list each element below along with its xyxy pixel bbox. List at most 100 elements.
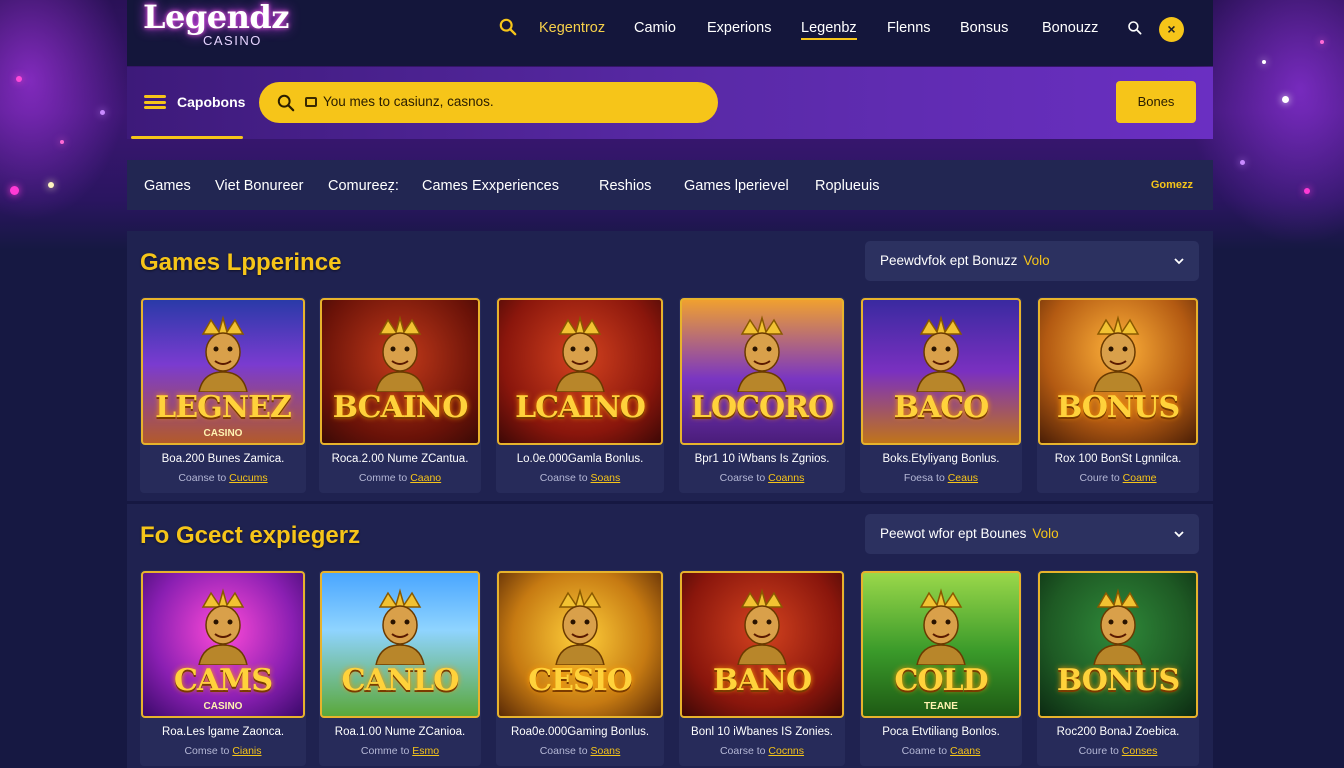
game-play-link[interactable]: Coame bbox=[1123, 472, 1157, 484]
search-band: Capobons You mes to casiunz, casnos. Bon… bbox=[127, 67, 1213, 139]
hamburger-icon[interactable] bbox=[144, 95, 166, 109]
character-figure-icon bbox=[1093, 588, 1143, 665]
game-play-link-row: Coure to Conses bbox=[1037, 745, 1199, 757]
game-card[interactable]: CANLO Roa.1.00 Nume ZCanioa. Comme to Es… bbox=[319, 570, 481, 766]
game-play-link-row: Comse to Cianis bbox=[140, 745, 306, 757]
category-gomezz[interactable]: Gomezz bbox=[1151, 179, 1193, 191]
game-bonus-text: Roa.1.00 Nume ZCanioa. bbox=[334, 726, 466, 738]
game-thumbnail[interactable]: COLD TEANE bbox=[861, 571, 1021, 718]
game-play-link[interactable]: Caans bbox=[950, 745, 980, 757]
search-input[interactable]: You mes to casiunz, casnos. bbox=[259, 82, 718, 123]
game-card[interactable]: BANO Bonl 10 iWbanes IS Zonies. Coarse t… bbox=[679, 570, 845, 766]
game-bonus-text: Bonl 10 iWbanes IS Zonies. bbox=[691, 726, 833, 738]
game-play-link[interactable]: Coanns bbox=[768, 472, 804, 484]
search-icon bbox=[277, 94, 295, 112]
game-thumbnail[interactable]: LEGNEZ CASINO bbox=[141, 298, 305, 445]
menu-label[interactable]: Capobons bbox=[177, 94, 245, 110]
game-play-link-row: Comme to Esmo bbox=[319, 745, 481, 757]
section-filter-select[interactable]: Peewdvfok ept Bonuzz Volo bbox=[865, 241, 1199, 281]
game-logo-text: BANO bbox=[712, 663, 812, 698]
select-value: Volo bbox=[1023, 253, 1050, 268]
nav-item-flenns[interactable]: Flenns bbox=[887, 20, 931, 36]
game-thumbnail[interactable]: CAMS CASINO bbox=[141, 571, 305, 718]
game-thumbnail[interactable]: CESIO bbox=[497, 571, 663, 718]
select-value: Volo bbox=[1032, 526, 1059, 541]
game-play-link[interactable]: Soans bbox=[591, 472, 621, 484]
select-label: Peewot wfor ept Bounes bbox=[880, 526, 1027, 541]
sparkle-dot bbox=[1304, 188, 1310, 194]
nav-item-camio[interactable]: Camio bbox=[634, 20, 676, 36]
game-bonus-text: Roc200 BonaJ Zoebica. bbox=[1056, 726, 1180, 738]
game-play-link-row: Comme to Caano bbox=[319, 472, 481, 484]
section-filter-select[interactable]: Peewot wfor ept Bounes Volo bbox=[865, 514, 1199, 554]
section-games-experience: Games Lpperince Peewdvfok ept Bonuzz Volo… bbox=[127, 231, 1213, 501]
game-play-link[interactable]: Caano bbox=[410, 472, 441, 484]
nav-item-bonsus[interactable]: Bonsus bbox=[960, 20, 1008, 36]
game-bonus-text: Poca Etvtiliang Bonlos. bbox=[882, 726, 1000, 738]
game-thumbnail[interactable]: BACO bbox=[861, 298, 1021, 445]
close-icon[interactable]: × bbox=[1159, 17, 1184, 42]
game-play-link[interactable]: Cocnns bbox=[768, 745, 804, 757]
nav-item-experions[interactable]: Experions bbox=[707, 20, 771, 36]
sparkle-dot bbox=[1320, 40, 1324, 44]
game-thumbnail[interactable]: BONUS bbox=[1038, 298, 1198, 445]
game-play-link-row: Coanse to Soans bbox=[496, 745, 664, 757]
search-icon[interactable] bbox=[1127, 20, 1143, 36]
category-comureez[interactable]: Comureeẓ: bbox=[328, 178, 399, 194]
game-card[interactable]: LEGNEZ CASINO Boa.200 Bunes Zamica. Coan… bbox=[140, 297, 306, 493]
nav-item-bonouzz[interactable]: Bonouzz bbox=[1042, 20, 1098, 36]
game-card[interactable]: LOCORO Bpr1 10 iWbans Is Zgnios. Coarse … bbox=[679, 297, 845, 493]
category-games[interactable]: Games bbox=[144, 178, 191, 194]
game-thumbnail[interactable]: BONUS bbox=[1038, 571, 1198, 718]
game-play-link[interactable]: Cucums bbox=[229, 472, 268, 484]
nav-item-kegentroz[interactable]: Kegentroz bbox=[539, 20, 605, 36]
search-icon[interactable] bbox=[499, 18, 517, 36]
category-roplueuis[interactable]: Roplueuis bbox=[815, 178, 880, 194]
character-figure-icon bbox=[1093, 315, 1143, 392]
game-play-link[interactable]: Cianis bbox=[232, 745, 261, 757]
character-figure-icon bbox=[916, 315, 966, 392]
game-play-label: Comse to bbox=[184, 745, 230, 757]
sparkle-dot bbox=[16, 76, 22, 82]
game-logo-text: CAMS bbox=[173, 663, 273, 698]
brand-sub: CASINO bbox=[203, 33, 262, 48]
game-logo-subtext: TEANE bbox=[924, 701, 958, 712]
game-thumbnail[interactable]: LCAINO bbox=[497, 298, 663, 445]
nav-item-legenbz[interactable]: Legenbz bbox=[801, 20, 857, 40]
game-thumbnail[interactable]: BANO bbox=[680, 571, 844, 718]
game-thumbnail[interactable]: CANLO bbox=[320, 571, 480, 718]
game-play-link[interactable]: Ceaus bbox=[948, 472, 978, 484]
game-logo-text: LOCORO bbox=[690, 390, 834, 425]
character-figure-icon bbox=[916, 588, 966, 665]
category-cames-exxperiences[interactable]: Cames Exxperiences bbox=[422, 178, 559, 194]
game-card[interactable]: CAMS CASINO Roa.Les lgame Zaonca. Comse … bbox=[140, 570, 306, 766]
game-logo-text: COLD bbox=[894, 663, 988, 698]
card-icon bbox=[305, 97, 317, 107]
game-bonus-text: Boks.Etyliyang Bonlus. bbox=[882, 453, 1000, 465]
menu-active-underline bbox=[131, 136, 243, 139]
sparkle-dot bbox=[100, 110, 105, 115]
brand-logo[interactable]: Legendz CASINO bbox=[143, 0, 293, 58]
game-play-link[interactable]: Soans bbox=[591, 745, 621, 757]
game-play-link[interactable]: Esmo bbox=[412, 745, 439, 757]
bones-button[interactable]: Bones bbox=[1116, 81, 1196, 123]
game-card[interactable]: BCAINO Roca.2.00 Nume ZCantua. Comme to … bbox=[319, 297, 481, 493]
character-figure-icon bbox=[555, 588, 605, 665]
game-play-link-row: Coanse to Soans bbox=[496, 472, 664, 484]
game-thumbnail[interactable]: LOCORO bbox=[680, 298, 844, 445]
game-card[interactable]: BONUS Roc200 BonaJ Zoebica. Coure to Con… bbox=[1037, 570, 1199, 766]
chevron-down-icon bbox=[1174, 258, 1184, 265]
game-card[interactable]: LCAINO Lo.0e.000Gamla Bonlus. Coanse to … bbox=[496, 297, 664, 493]
game-card[interactable]: COLD TEANE Poca Etvtiliang Bonlos. Coame… bbox=[860, 570, 1022, 766]
category-reshios[interactable]: Reshios bbox=[599, 178, 651, 194]
game-card[interactable]: BONUS Rox 100 BonSt Lgnnilca. Coure to C… bbox=[1037, 297, 1199, 493]
game-thumbnail[interactable]: BCAINO bbox=[320, 298, 480, 445]
game-card[interactable]: BACO Boks.Etyliyang Bonlus. Foesa to Cea… bbox=[860, 297, 1022, 493]
game-play-link[interactable]: Conses bbox=[1122, 745, 1158, 757]
game-logo-text: LEGNEZ bbox=[155, 390, 292, 425]
category-games-lperievel[interactable]: Games lperievel bbox=[684, 178, 789, 194]
game-play-label: Coure to bbox=[1079, 472, 1120, 484]
game-logo-text: BACO bbox=[893, 390, 990, 425]
game-card[interactable]: CESIO Roa0e.000Gaming Bonlus. Coanse to … bbox=[496, 570, 664, 766]
category-viet-bonureer[interactable]: Viet Bonureer bbox=[215, 178, 303, 194]
